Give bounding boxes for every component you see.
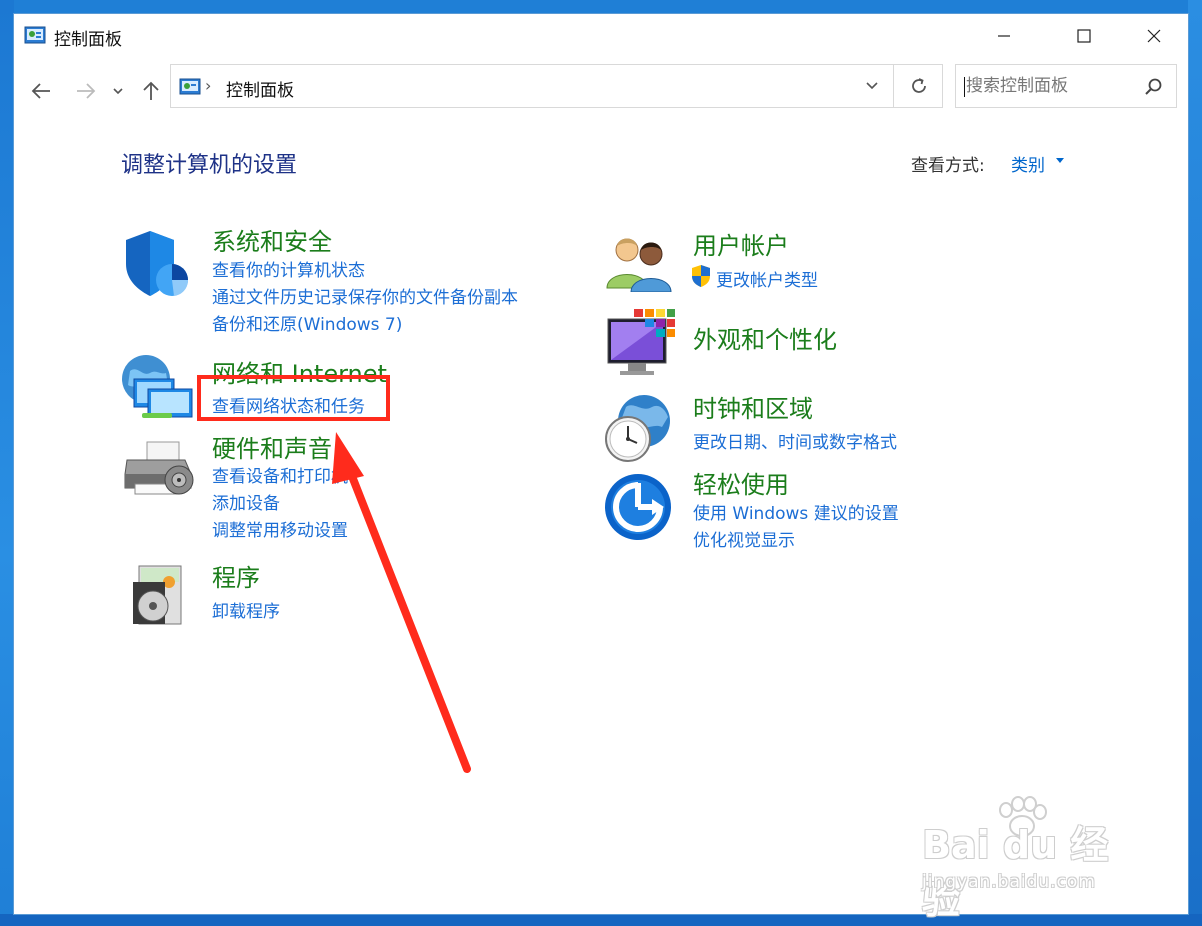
annotation-arrow-icon	[332, 432, 471, 773]
watermark-brand: Bai du 经验	[922, 823, 1109, 922]
desktop-edge-right	[1188, 0, 1202, 926]
watermark-url: jingyan.baidu.com	[922, 872, 1096, 892]
control-panel-window: 控制面板 › 控制面板 搜索控制面板 调整计算机的设置 查看方式: 类别 系统和…	[13, 13, 1189, 922]
baidu-jingyan-watermark: Bai du 经验 jingyan.baidu.com	[922, 796, 1142, 922]
desktop-edge-left	[0, 0, 14, 926]
